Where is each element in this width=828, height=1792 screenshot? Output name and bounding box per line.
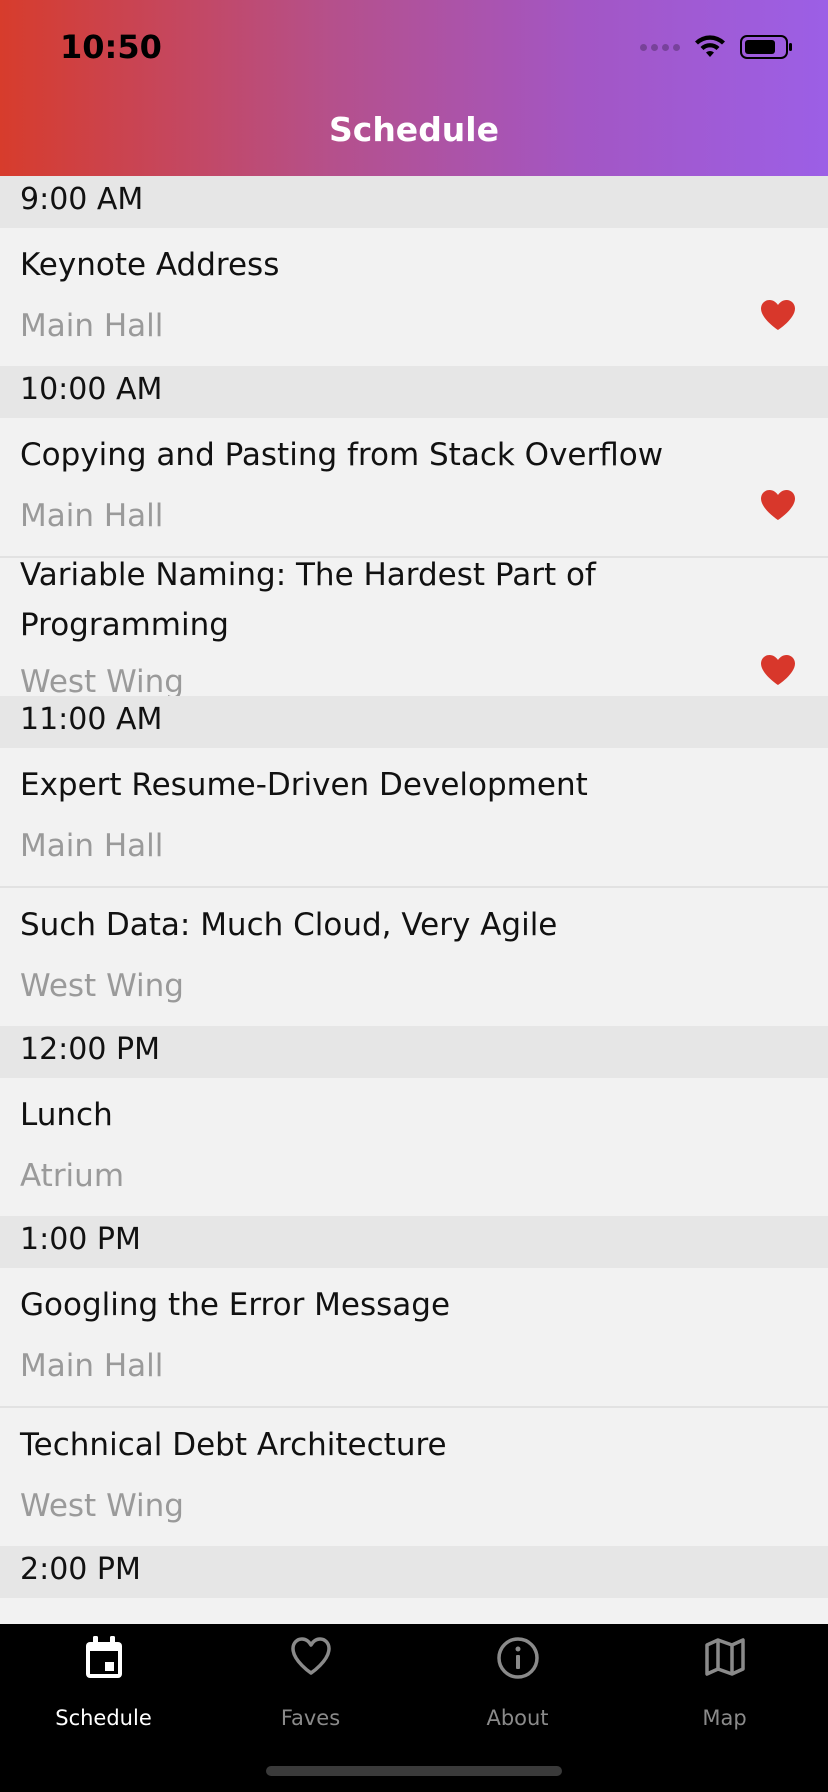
session-location: Main Hall	[20, 498, 164, 534]
status-icons	[640, 34, 794, 60]
tab-label: Faves	[280, 1706, 341, 1730]
session-location: Main Hall	[20, 1348, 164, 1384]
session-title: Such Data: Much Cloud, Very Agile	[20, 907, 558, 943]
session-row[interactable]: Variable Naming: The Hardest Part of Pro…	[0, 557, 828, 700]
session-row[interactable]: Technical Debt Architecture West Wing	[0, 1408, 828, 1546]
map-icon	[704, 1638, 745, 1676]
session-location: West Wing	[20, 968, 184, 1004]
tab-faves[interactable]: Faves	[207, 1624, 414, 1744]
calendar-icon	[85, 1636, 122, 1678]
session-row[interactable]: Copying and Pasting from Stack Overflow …	[0, 418, 828, 558]
section-header: 9:00 AM	[0, 176, 828, 228]
section-time: 12:00 PM	[20, 1032, 160, 1067]
section-time: 1:00 PM	[20, 1222, 141, 1257]
tab-label: About	[486, 1706, 549, 1730]
favorite-heart-icon[interactable]	[760, 299, 796, 331]
tab-label: Schedule	[55, 1706, 152, 1730]
session-title: Googling the Error Message	[20, 1287, 451, 1323]
status-time: 10:50	[60, 28, 162, 66]
section-header: 1:00 PM	[0, 1216, 828, 1268]
session-location: West Wing	[20, 1488, 184, 1524]
session-location: West Wing	[20, 664, 184, 700]
section-time: 2:00 PM	[20, 1552, 141, 1587]
heart-outline-icon	[290, 1637, 331, 1675]
home-indicator[interactable]	[266, 1766, 562, 1776]
session-title: Expert Resume-Driven Development	[20, 767, 588, 803]
page-title: Schedule	[328, 110, 499, 149]
schedule-list[interactable]: 9:00 AM Keynote Address Main Hall 10:00 …	[0, 176, 828, 1624]
session-row[interactable]: Expert Resume-Driven Development Main Ha…	[0, 748, 828, 888]
session-title: Keynote Address	[20, 247, 280, 283]
session-title: Technical Debt Architecture	[20, 1427, 447, 1463]
tab-map[interactable]: Map	[621, 1624, 828, 1744]
section-header: 12:00 PM	[0, 1026, 828, 1078]
battery-icon	[740, 35, 792, 59]
session-row[interactable]: Such Data: Much Cloud, Very Agile West W…	[0, 888, 828, 1026]
favorite-heart-icon[interactable]	[760, 489, 796, 521]
section-time: 10:00 AM	[20, 372, 163, 407]
session-location: Atrium	[20, 1158, 125, 1194]
tab-about[interactable]: About	[414, 1624, 621, 1744]
session-location: Main Hall	[20, 308, 164, 344]
session-title: Variable Naming: The Hardest Part of Pro…	[20, 557, 596, 643]
section-header: 2:00 PM	[0, 1546, 828, 1598]
section-header: 11:00 AM	[0, 696, 828, 748]
cellular-signal-icon	[640, 43, 680, 51]
session-title: Copying and Pasting from Stack Overflow	[20, 437, 664, 473]
wifi-icon	[695, 35, 725, 57]
session-title: Lunch	[20, 1097, 113, 1133]
session-row-partial[interactable]	[0, 1598, 828, 1624]
section-header: 10:00 AM	[0, 366, 828, 418]
section-time: 9:00 AM	[20, 182, 144, 217]
app-header: 10:50 Schedule	[0, 0, 828, 176]
session-row[interactable]: Lunch Atrium	[0, 1078, 828, 1216]
tab-label: Map	[702, 1706, 747, 1730]
session-row[interactable]: Keynote Address Main Hall	[0, 228, 828, 366]
info-icon	[496, 1637, 539, 1679]
session-row[interactable]: Googling the Error Message Main Hall	[0, 1268, 828, 1408]
session-location: Main Hall	[20, 828, 164, 864]
favorite-heart-icon[interactable]	[760, 654, 796, 686]
section-time: 11:00 AM	[20, 702, 163, 737]
tab-schedule[interactable]: Schedule	[0, 1624, 207, 1744]
